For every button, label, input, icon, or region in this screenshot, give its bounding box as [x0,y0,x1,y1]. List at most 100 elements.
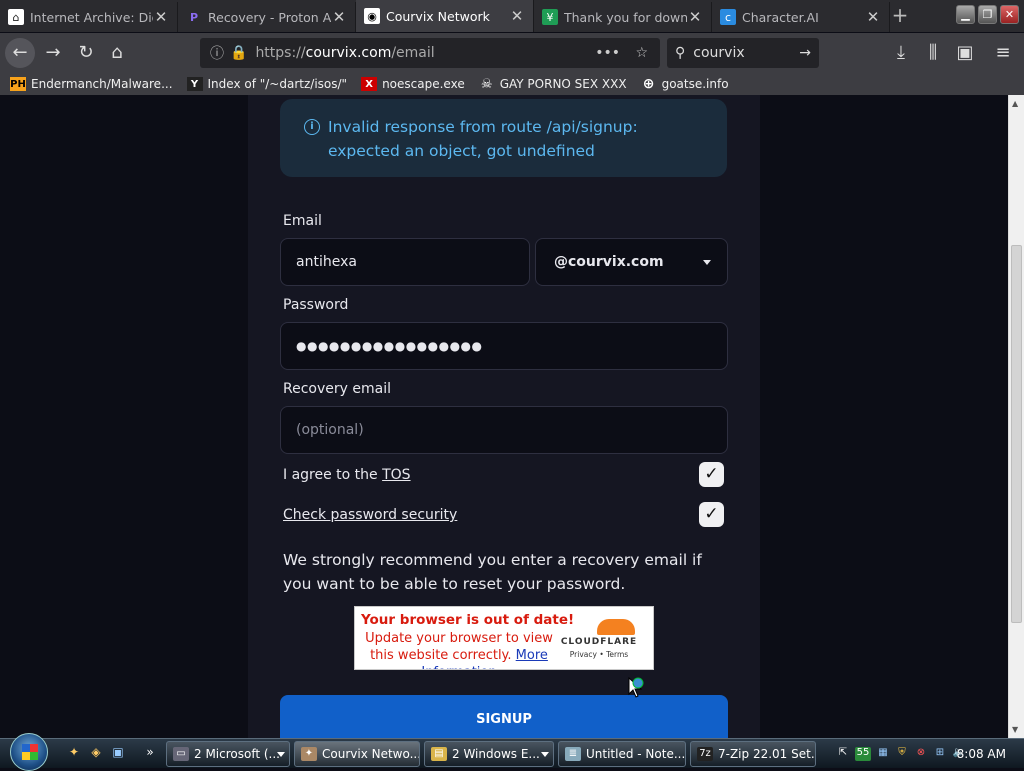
clock[interactable]: 8:08 AM [957,747,1006,761]
minimize-button[interactable]: ▁ [956,5,975,24]
quicklaunch-more-icon[interactable]: » [142,745,158,761]
tab-internet-archive[interactable]: ⌂ Internet Archive: Digi ✕ [0,2,178,32]
ph-icon: PH [10,77,26,91]
info-icon: i [304,119,320,135]
tray-alert-icon[interactable]: ⊗ [914,747,928,761]
tab-title: Character.AI [742,9,819,25]
tray-badge[interactable]: 55 [855,747,871,761]
quicklaunch-shield-icon[interactable]: ◈ [88,745,104,761]
address-bar[interactable]: ⓘ 🔒 https:// courvix.com /email ••• ☆ [200,38,660,68]
chevron-down-icon [277,752,285,757]
close-tab-icon[interactable]: ✕ [509,7,525,25]
signup-button[interactable]: SIGNUP [280,695,728,738]
courvix-icon: ◉ [364,8,380,24]
bookmark-goatse[interactable]: ⊕ goatse.info [641,76,729,92]
tab-title: Internet Archive: Digi [30,9,153,25]
tray-app-icon[interactable]: ▦ [876,747,890,761]
scrollbar-thumb[interactable] [1011,245,1022,623]
bookmark-label: Index of "/~dartz/isos/" [207,77,348,91]
taskbar-item-courvix[interactable]: ✦ Courvix Netwo... [294,741,420,767]
bookmark-label: GAY PORNO SEX XXX [499,77,627,91]
show-desktop-icon[interactable]: ▣ [110,745,126,761]
info-icon[interactable]: ⓘ [210,43,224,63]
recovery-email-field[interactable]: (optional) [280,406,728,454]
recovery-email-label: Recovery email [283,381,391,397]
taskbar-item-label: Untitled - Note... [586,747,686,761]
email-domain-select[interactable]: @courvix.com [535,238,728,286]
url-path: /email [391,45,435,61]
menu-icon[interactable]: ≡ [988,38,1018,68]
recovery-note: We strongly recommend you enter a recove… [283,551,702,593]
quicklaunch-browser-icon[interactable]: ✦ [66,745,82,761]
tab-proton-recovery[interactable]: P Recovery - Proton Ac ✕ [178,2,356,32]
taskbar-item-7zip[interactable]: 7z 7-Zip 22.01 Set... [690,741,816,767]
error-alert: i Invalid response from route /api/signu… [280,99,727,177]
network-icon[interactable]: ⊞ [933,747,947,761]
start-button[interactable] [10,733,48,771]
restore-button[interactable]: ❐ [978,5,997,24]
reload-button[interactable]: ↻ [71,38,101,68]
windows-logo-icon [22,744,38,760]
bookmark-dartz-isos[interactable]: Y Index of "/~dartz/isos/" [186,77,348,91]
chevron-down-icon [541,752,549,757]
lock-icon: 🔒 [230,45,248,61]
bookmark-endermanch[interactable]: PH Endermanch/Malware... [10,77,173,91]
folder-icon: ▤ [431,747,447,761]
page-actions-icon[interactable]: ••• [595,45,620,61]
tos-link[interactable]: TOS [382,467,410,483]
page-content: i Invalid response from route /api/signu… [0,95,1008,738]
x-red-icon: X [361,77,378,91]
email-username-field[interactable]: antihexa [280,238,530,286]
bookmark-noescape[interactable]: X noescape.exe [361,77,465,91]
close-tab-icon[interactable]: ✕ [331,8,347,26]
url-domain: courvix.com [305,45,392,61]
bookmarks-toolbar: PH Endermanch/Malware... Y Index of "/~d… [0,73,1024,95]
notepad-icon: ≣ [565,747,581,761]
taskbar-item-windows-explorer[interactable]: ▤ 2 Windows E... [424,741,554,767]
downloads-icon[interactable]: ⤓ [886,38,916,68]
library-icon[interactable]: ⫼ [918,38,948,68]
close-tab-icon[interactable]: ✕ [153,8,169,26]
tab-character-ai[interactable]: c Character.AI ✕ [712,2,890,32]
tab-thank-you-download[interactable]: ¥ Thank you for downl ✕ [534,2,712,32]
tos-checkbox[interactable]: ✓ [699,462,724,487]
search-value: courvix [693,45,745,61]
bookmark-star-icon[interactable]: ☆ [635,45,648,61]
password-field[interactable]: ●●●●●●●●●●●●●●●●● [280,322,728,370]
search-go-icon[interactable]: → [799,45,811,61]
page-scrollbar[interactable]: ▲ ▼ [1008,95,1024,738]
privacy-terms-links[interactable]: Privacy • Terms [559,650,639,659]
new-tab-button[interactable]: + [888,4,912,28]
sidebar-icon[interactable]: ▣ [950,38,980,68]
close-tab-icon[interactable]: ✕ [865,8,881,26]
tab-courvix-network[interactable]: ◉ Courvix Network ✕ [356,0,534,32]
scroll-down-arrow[interactable]: ▼ [1012,725,1018,734]
home-button[interactable]: ⌂ [102,38,132,68]
close-window-button[interactable]: ✕ [1000,5,1019,24]
scroll-up-arrow[interactable]: ▲ [1012,99,1018,108]
tray-security-icon[interactable]: ⛨ [895,747,909,761]
tos-label: I agree to the TOS [283,467,411,483]
bookmark-label: noescape.exe [382,77,465,91]
search-icon: ⚲ [675,45,686,61]
password-label: Password [283,297,349,313]
taskbar-item-label: 7-Zip 22.01 Set... [718,747,816,761]
security-checkbox[interactable]: ✓ [699,502,724,527]
cloudflare-wordmark: CLOUDFLARE [560,637,638,647]
navigation-toolbar: ← → ↻ ⌂ ⓘ 🔒 https:// courvix.com /email … [0,33,1024,73]
back-button[interactable]: ← [5,38,35,68]
taskbar-item-notepad[interactable]: ≣ Untitled - Note... [558,741,686,767]
cloud-icon [597,619,635,635]
bookmark-skull[interactable]: ☠ GAY PORNO SEX XXX [479,77,627,92]
signup-panel: i Invalid response from route /api/signu… [248,95,760,738]
check-password-security-link[interactable]: Check password security [283,507,457,523]
search-bar[interactable]: ⚲ courvix → [667,38,819,68]
bookmark-label: goatse.info [661,77,729,91]
taskbar-item-label: Courvix Netwo... [322,747,420,761]
taskbar-item-microsoft[interactable]: ▭ 2 Microsoft (... [166,741,290,767]
tray-arrow-icon[interactable]: ⇱ [836,747,850,761]
forward-button[interactable]: → [38,38,68,68]
7zip-icon: 7z [697,747,713,761]
character-ai-icon: c [720,9,736,25]
close-tab-icon[interactable]: ✕ [687,8,703,26]
